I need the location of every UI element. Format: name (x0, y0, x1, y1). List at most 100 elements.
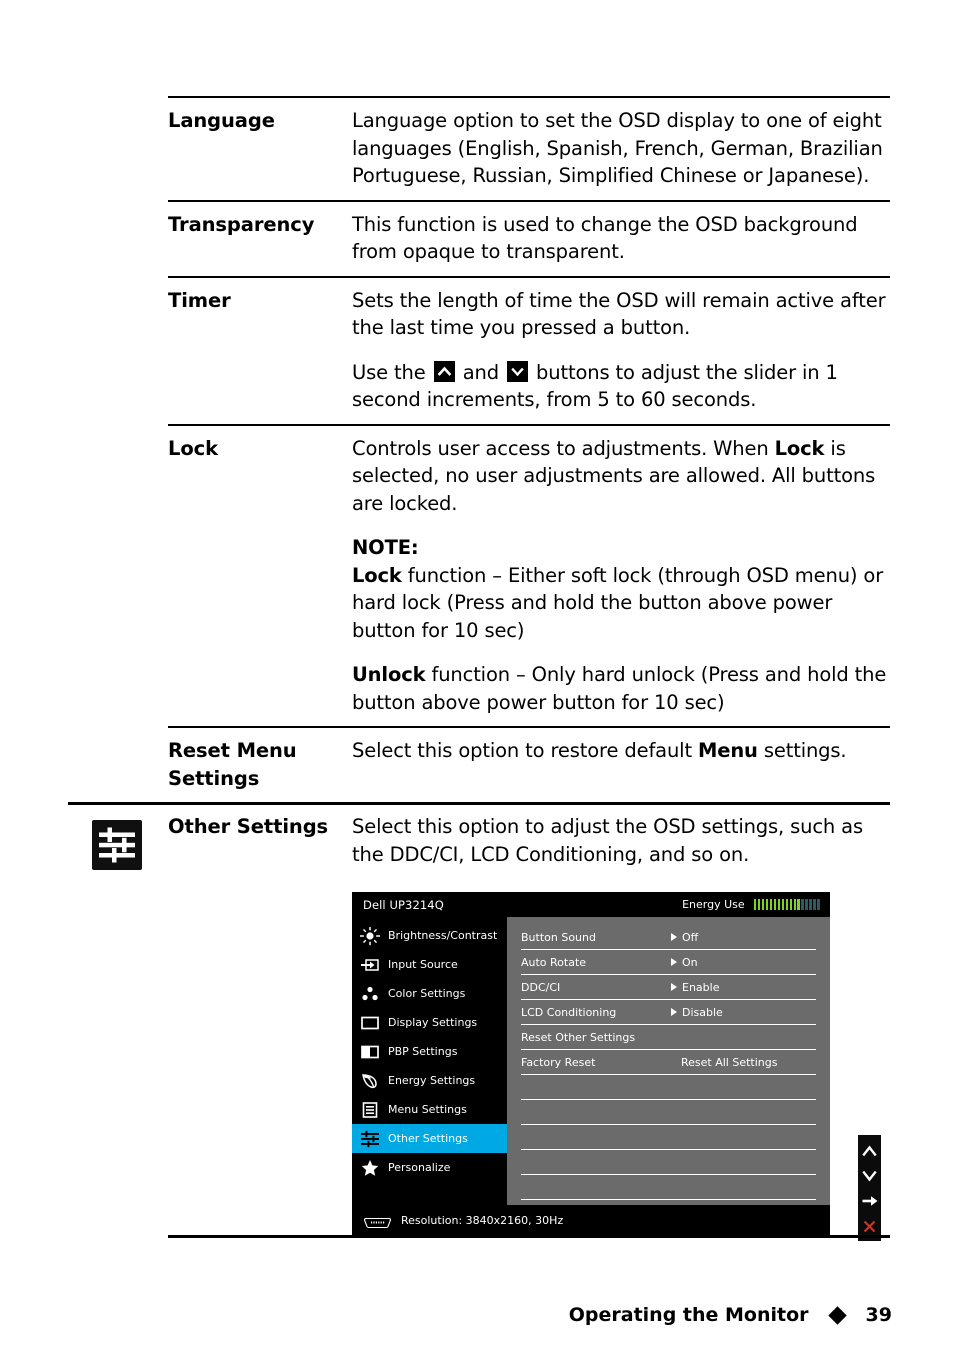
osd-sidebar-item-personalize[interactable]: Personalize (352, 1153, 507, 1182)
energy-bar-dim (817, 899, 820, 910)
energy-bar-lit (753, 899, 757, 910)
osd-option-value-group: Reset All Settings (681, 1056, 777, 1069)
osd-sidebar-item-menu-settings[interactable]: Menu Settings (352, 1095, 507, 1124)
right-arrow-icon (862, 1196, 877, 1206)
osd-resolution-text: Resolution: 3840x2160, 30Hz (401, 1213, 564, 1227)
display-settings-icon (360, 1013, 380, 1033)
osd-nav-strip (858, 1135, 881, 1241)
osd-option-row[interactable]: Factory Reset Reset All Settings (521, 1050, 816, 1075)
desc-reset-text: Select this option to restore default Me… (352, 737, 892, 765)
energy-bar-lit (797, 899, 801, 910)
term-line-1: Reset Menu (168, 739, 297, 762)
note2-rest: function – Only hard unlock (Press and h… (352, 663, 887, 714)
osd-sidebar-item-energy-settings[interactable]: Energy Settings (352, 1066, 507, 1095)
energy-use-indicator: Energy Use (682, 898, 820, 911)
osd-option-row[interactable]: LCD Conditioning Disable (521, 1000, 816, 1025)
osd-sidebar-item-label: Menu Settings (388, 1103, 467, 1116)
osd-option-label: Auto Rotate (521, 955, 587, 969)
osd-option-row-empty (521, 1125, 816, 1150)
osd-option-row-empty (521, 1150, 816, 1175)
energy-bar-lit (765, 899, 769, 910)
down-chevron-icon (862, 1170, 877, 1182)
desc-timer: Sets the length of time the OSD will rem… (352, 287, 954, 414)
energy-bar-lit (781, 899, 785, 910)
row-divider (168, 275, 890, 278)
row-divider (168, 199, 890, 202)
sliders-icon (92, 820, 142, 870)
osd-option-label: LCD Conditioning (521, 1005, 617, 1019)
osd-sidebar: Brightness/Contrast Input Source Color Set… (352, 917, 507, 1205)
reset-desc-a: Select this option to restore default (352, 739, 698, 762)
osd-sidebar-item-color-settings[interactable]: Color Settings (352, 979, 507, 1008)
osd-option-value: Reset All Settings (681, 1055, 778, 1069)
reset-desc-b: settings. (757, 739, 847, 762)
energy-bar-lit (773, 899, 777, 910)
osd-option-value: Disable (682, 1005, 723, 1019)
energy-bar-lit (769, 899, 773, 910)
desc-timer-text-2: Use the and buttons to adjust the slider… (352, 359, 892, 414)
color-settings-icon (360, 984, 380, 1004)
osd-option-value: Off (682, 930, 699, 944)
note-heading-text: NOTE: (352, 536, 419, 559)
brightness-icon (360, 926, 380, 946)
osd-option-label: Reset Other Settings (521, 1030, 636, 1044)
osd-sidebar-item-label: Display Settings (388, 1016, 478, 1029)
osd-sidebar-item-display-settings[interactable]: Display Settings (352, 1008, 507, 1037)
osd-sidebar-item-label: Personalize (388, 1161, 451, 1174)
osd-option-value: Enable (682, 980, 720, 994)
term-lock: Lock (168, 436, 218, 460)
osd-sidebar-item-label: Color Settings (388, 987, 466, 1000)
energy-use-bar (753, 899, 820, 910)
sliders-icon (360, 1129, 380, 1149)
energy-bar-dim (813, 899, 817, 910)
right-caret-icon (671, 983, 677, 991)
osd-option-row-empty (521, 1175, 816, 1200)
energy-bar-lit (785, 899, 789, 910)
spec-table: Language Language option to set the OSD … (0, 0, 954, 1241)
leaf-icon (360, 1071, 380, 1091)
desc-other-settings-text: Select this option to adjust the OSD set… (352, 815, 863, 866)
energy-bar-lit (757, 899, 761, 910)
nav-down-button[interactable] (858, 1164, 881, 1188)
osd-sidebar-item-label: Energy Settings (388, 1074, 476, 1087)
page-number: 39 (865, 1304, 892, 1326)
osd-option-row[interactable]: Reset Other Settings (521, 1025, 816, 1050)
osd-option-label: Button Sound (521, 930, 596, 944)
osd-option-row[interactable]: DDC/CI Enable (521, 975, 816, 1000)
desc-language: Language option to set the OSD display t… (352, 107, 954, 190)
osd-sidebar-item-other-settings[interactable]: Other Settings (352, 1124, 507, 1153)
up-chevron-icon (862, 1145, 877, 1157)
row-divider (168, 423, 890, 426)
table-row-timer: Timer Sets the length of time the OSD wi… (0, 275, 954, 424)
osd-option-row[interactable]: Button Sound Off (521, 925, 816, 950)
row-divider (168, 96, 890, 98)
right-caret-icon (671, 958, 677, 966)
energy-bar-lit (761, 899, 765, 910)
osd-option-value-group: Enable (671, 981, 719, 994)
pbp-settings-icon (360, 1042, 380, 1062)
table-row-transparency: Transparency This function is used to ch… (0, 199, 954, 276)
osd-option-value-group: Disable (671, 1006, 723, 1019)
lock-p1-a: Controls user access to adjustments. Whe… (352, 436, 775, 460)
osd-sidebar-item-brightness-contrast[interactable]: Brightness/Contrast (352, 921, 507, 950)
nav-enter-button[interactable] (858, 1189, 881, 1213)
desc-timer-text-1: Sets the length of time the OSD will rem… (352, 288, 886, 340)
osd-sidebar-item-input-source[interactable]: Input Source (352, 950, 507, 979)
osd-model-title: Dell UP3214Q (363, 897, 444, 912)
timer-text-a: Use the (352, 360, 432, 384)
menu-settings-icon (360, 1100, 380, 1120)
term-reset-menu-settings: Reset Menu Settings (168, 737, 352, 792)
footer-diamond-icon (827, 1305, 847, 1325)
osd-option-row[interactable]: Auto Rotate On (521, 950, 816, 975)
energy-bar-lit (793, 899, 797, 910)
osd-options-panel: Button Sound Off Auto Rotate On DDC/CI Enable… (507, 917, 830, 1205)
note1-rest: function – Either soft lock (through OSD… (352, 563, 884, 642)
term-other-settings: Other Settings (168, 815, 329, 838)
nav-up-button[interactable] (858, 1139, 881, 1163)
up-chevron-key (433, 360, 455, 382)
osd-sidebar-item-pbp-settings[interactable]: PBP Settings (352, 1037, 507, 1066)
lock-p1-bold: Lock (774, 436, 825, 460)
down-chevron-key (506, 360, 528, 382)
page-footer: Operating the Monitor 39 (0, 1304, 954, 1326)
desc-lock-p1: Controls user access to adjustments. Whe… (352, 435, 892, 518)
